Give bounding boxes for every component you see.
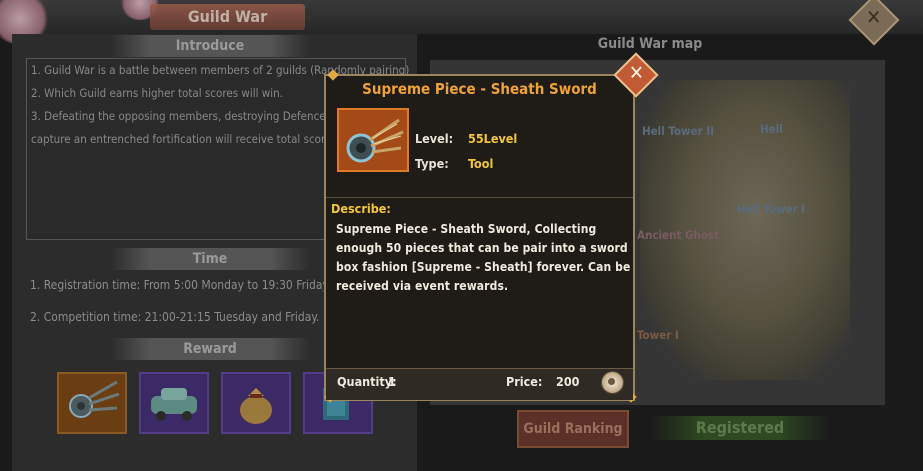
money-bag-icon <box>240 388 272 424</box>
reward-slot-money-bag[interactable] <box>221 372 291 434</box>
popup-divider <box>326 197 633 198</box>
registration-time: 1. Registration time: From 5:00 Monday t… <box>30 278 331 292</box>
item-description: Supreme Piece - Sheath Sword, Collecting… <box>336 222 631 293</box>
close-icon: ✕ <box>628 60 644 85</box>
map-label-hell[interactable]: Hell <box>760 122 783 136</box>
close-icon: ✕ <box>866 4 882 29</box>
quantity-value: 1 <box>388 374 396 389</box>
map-label-hell-tower-2[interactable]: Hell Tower II <box>642 124 714 138</box>
popup-title: Supreme Piece - Sheath Sword <box>362 80 597 98</box>
reward-heading: Reward <box>110 338 310 360</box>
sheath-sword-icon <box>346 118 404 163</box>
registered-status: Registered <box>650 416 830 440</box>
competition-time: 2. Competition time: 21:00-21:15 Tuesday… <box>30 310 320 324</box>
time-heading: Time <box>110 248 310 270</box>
reward-slot-car[interactable] <box>139 372 209 434</box>
sheath-sword-icon <box>69 380 120 418</box>
map-title: Guild War map <box>597 36 703 52</box>
introduce-heading: Introduce <box>110 35 310 57</box>
map-label-tower-1[interactable]: Tower I <box>637 328 679 342</box>
guild-ranking-button[interactable]: Guild Ranking <box>517 410 629 448</box>
item-icon-frame <box>337 108 409 172</box>
price-value: 200 <box>556 374 580 389</box>
map-label-hell-tower-1[interactable]: Hell Tower I <box>737 202 805 216</box>
reward-slot-sheath-sword[interactable] <box>57 372 127 434</box>
level-value: 55Level <box>468 131 518 146</box>
intro-line: 2. Which Guild earns higher total scores… <box>31 86 283 100</box>
level-label: Level: <box>415 131 454 146</box>
map-label-ancient-ghost[interactable]: Ancient Ghost <box>637 228 719 242</box>
type-value: Tool <box>468 156 494 171</box>
coin-icon <box>601 371 624 394</box>
describe-label: Describe: <box>331 201 391 216</box>
window-title: Guild War <box>150 4 305 30</box>
type-label: Type: <box>415 156 449 171</box>
price-label: Price: <box>506 374 543 389</box>
intro-line: capture an entrenched fortification will… <box>31 132 337 146</box>
car-icon <box>151 388 197 421</box>
